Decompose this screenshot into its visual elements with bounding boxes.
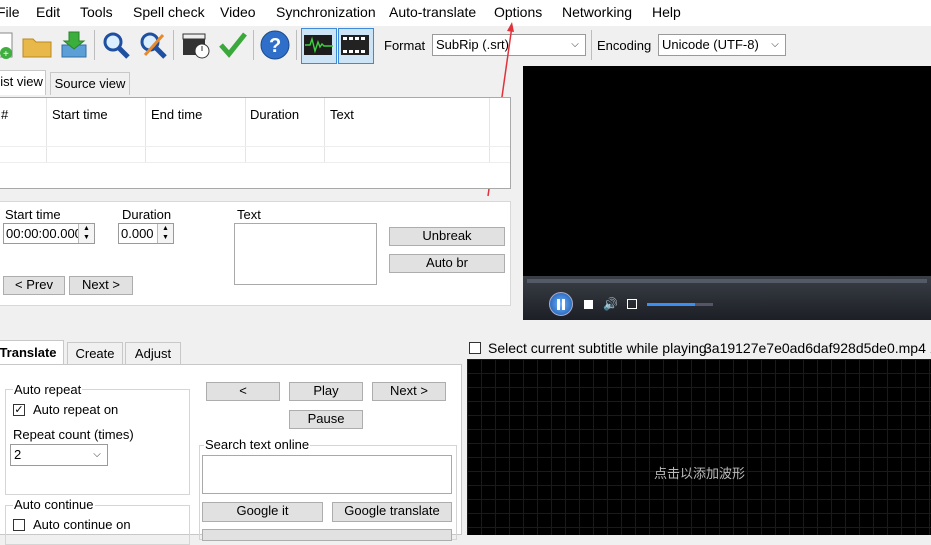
column-header-number[interactable]: # bbox=[1, 107, 8, 122]
menu-edit[interactable]: Edit bbox=[36, 4, 60, 20]
svg-text:?: ? bbox=[269, 35, 281, 57]
svg-text:+: + bbox=[3, 49, 9, 60]
chevron-down-icon: ⌵ bbox=[771, 39, 779, 50]
volume-slider[interactable] bbox=[647, 303, 713, 306]
play-button[interactable]: Play bbox=[289, 382, 363, 401]
auto-repeat-on-label: Auto repeat on bbox=[33, 402, 119, 417]
tab-source-view[interactable]: Source view bbox=[50, 72, 130, 95]
menu-synchronization[interactable]: Synchronization bbox=[276, 4, 376, 20]
chevron-down-icon: ⌵ bbox=[93, 449, 101, 460]
translate-panel: Auto repeat ✓ Auto repeat on Repeat coun… bbox=[0, 364, 462, 545]
column-header-duration[interactable]: Duration bbox=[250, 107, 299, 122]
video-filename: 3a19127e7e0ad6daf928d5de0.mp4 12 bbox=[704, 340, 931, 356]
waveform-placeholder: 点击以添加波形 bbox=[654, 467, 746, 482]
tab-list-view[interactable]: List view bbox=[0, 70, 46, 95]
pause-button[interactable]: Pause bbox=[289, 410, 363, 429]
menu-video[interactable]: Video bbox=[220, 4, 256, 20]
next-subtitle-button[interactable]: Next > bbox=[372, 382, 446, 401]
open-folder-icon[interactable] bbox=[21, 29, 53, 61]
menu-file[interactable]: File bbox=[0, 4, 20, 20]
waveform-toggle-icon[interactable] bbox=[301, 28, 337, 64]
menu-spell-check[interactable]: Spell check bbox=[133, 4, 205, 20]
spinner-arrows-icon[interactable]: ▲ ▼ bbox=[157, 224, 173, 243]
tab-translate[interactable]: Translate bbox=[0, 340, 64, 365]
encoding-label: Encoding bbox=[597, 38, 652, 53]
save-icon[interactable] bbox=[58, 29, 90, 61]
auto-repeat-title: Auto repeat bbox=[13, 382, 83, 397]
menu-networking[interactable]: Networking bbox=[562, 4, 632, 20]
column-header-text[interactable]: Text bbox=[330, 107, 354, 122]
fullscreen-icon[interactable] bbox=[627, 299, 637, 309]
waveform-panel[interactable]: 点击以添加波形 bbox=[467, 359, 931, 535]
auto-br-button[interactable]: Auto br bbox=[389, 254, 505, 273]
search-online-title: Search text online bbox=[204, 437, 311, 452]
next-button[interactable]: Next > bbox=[69, 276, 133, 295]
select-current-subtitle-checkbox[interactable] bbox=[469, 342, 481, 354]
previous-subtitle-button[interactable]: < bbox=[206, 382, 280, 401]
menu-help[interactable]: Help bbox=[652, 4, 681, 20]
format-label: Format bbox=[384, 38, 426, 53]
editor-panel: Start time 00:00:00.000 ▲ ▼ Duration 0.00… bbox=[0, 201, 511, 306]
auto-continue-on-label: Auto continue on bbox=[33, 517, 131, 532]
select-current-subtitle-label: Select current subtitle while playing bbox=[488, 340, 707, 356]
unbreak-button[interactable]: Unbreak bbox=[389, 227, 505, 246]
menu-auto-translate[interactable]: Auto-translate bbox=[389, 4, 476, 20]
seek-bar[interactable] bbox=[527, 279, 927, 283]
subtitle-text-area[interactable] bbox=[234, 223, 377, 285]
tab-create[interactable]: Create bbox=[67, 342, 123, 365]
stop-icon[interactable] bbox=[584, 300, 593, 309]
volume-icon[interactable]: 🔊 bbox=[603, 297, 618, 311]
search-text-input[interactable] bbox=[202, 455, 452, 494]
column-header-start-time[interactable]: Start time bbox=[52, 107, 108, 122]
player-controls: 🔊 bbox=[523, 276, 931, 320]
spinner-arrows-icon[interactable]: ▲ ▼ bbox=[78, 224, 94, 243]
prev-button[interactable]: < Prev bbox=[3, 276, 65, 295]
menu-bar: File Edit Tools Spell check Video Synchr… bbox=[0, 0, 931, 26]
subtitle-table[interactable]: # Start time End time Duration Text bbox=[0, 97, 511, 189]
column-header-end-time[interactable]: End time bbox=[151, 107, 202, 122]
spell-check-icon[interactable] bbox=[217, 29, 249, 61]
toolbar: + ? Format SubRip (.srt) ⌵ Encoding Unic… bbox=[0, 26, 931, 66]
auto-continue-title: Auto continue bbox=[13, 497, 95, 512]
video-player[interactable]: 🔊 bbox=[523, 66, 931, 320]
google-translate-button[interactable]: Google translate bbox=[332, 502, 452, 522]
help-icon[interactable]: ? bbox=[259, 29, 291, 61]
auto-repeat-checkbox[interactable]: ✓ bbox=[13, 404, 25, 416]
menu-options[interactable]: Options bbox=[494, 4, 542, 20]
start-time-input[interactable]: 00:00:00.000 ▲ ▼ bbox=[3, 223, 95, 244]
encoding-dropdown[interactable]: Unicode (UTF-8) ⌵ bbox=[658, 34, 786, 56]
google-it-button[interactable]: Google it bbox=[202, 502, 323, 522]
menu-tools[interactable]: Tools bbox=[80, 4, 113, 20]
chevron-down-icon: ⌵ bbox=[571, 39, 579, 50]
text-label: Text bbox=[237, 207, 261, 222]
repeat-count-label: Repeat count (times) bbox=[13, 427, 134, 442]
visual-sync-icon[interactable] bbox=[180, 29, 212, 61]
auto-continue-checkbox[interactable] bbox=[13, 519, 25, 531]
video-toggle-icon[interactable] bbox=[338, 28, 374, 64]
format-dropdown[interactable]: SubRip (.srt) ⌵ bbox=[432, 34, 586, 56]
find-icon[interactable] bbox=[100, 29, 132, 61]
repeat-count-dropdown[interactable]: 2 ⌵ bbox=[10, 444, 108, 466]
start-time-label: Start time bbox=[5, 207, 61, 222]
tab-adjust[interactable]: Adjust bbox=[125, 342, 181, 365]
more-search-button[interactable] bbox=[202, 529, 452, 541]
new-file-icon[interactable]: + bbox=[0, 29, 18, 61]
duration-label: Duration bbox=[122, 207, 172, 222]
replace-icon[interactable] bbox=[137, 29, 169, 61]
pause-icon[interactable] bbox=[549, 292, 573, 316]
duration-input[interactable]: 0.000 ▲ ▼ bbox=[118, 223, 174, 244]
